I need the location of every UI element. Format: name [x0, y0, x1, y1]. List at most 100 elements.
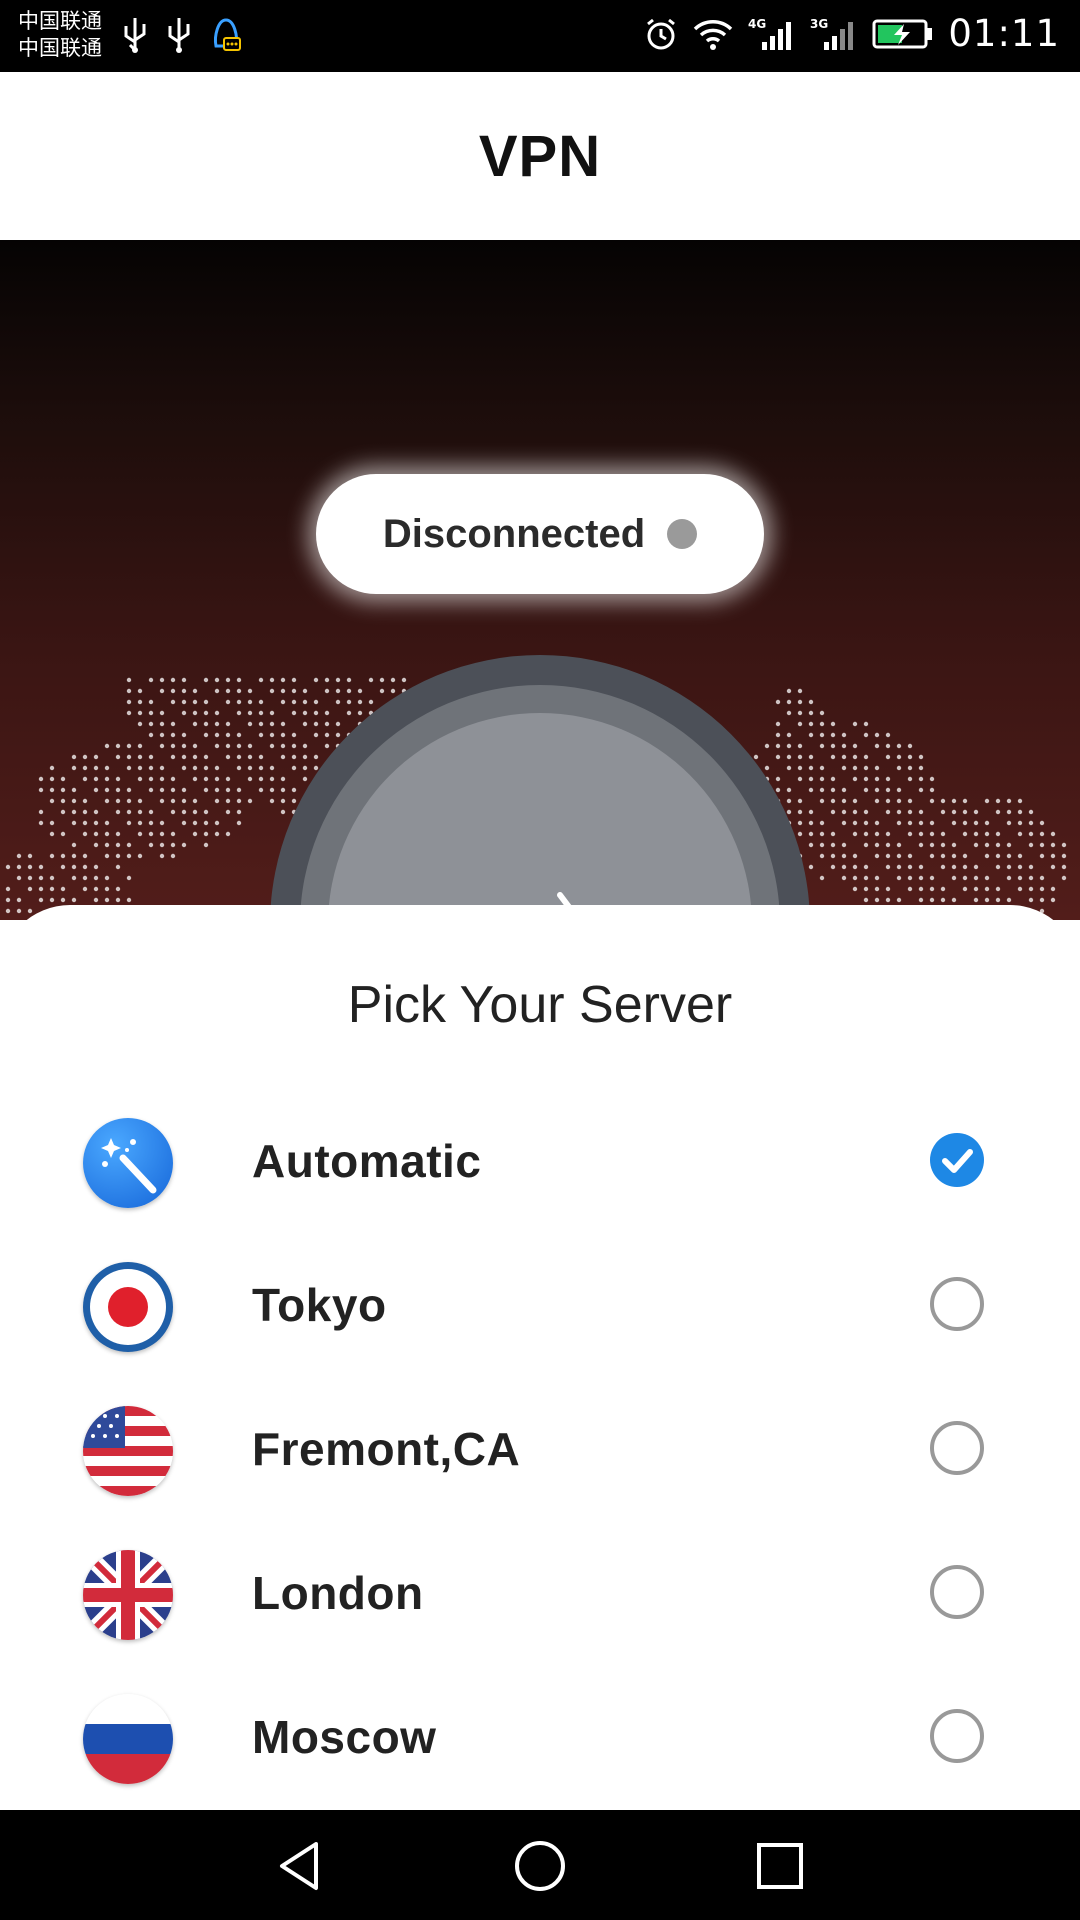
battery-charging-icon — [872, 19, 933, 48]
magic-wand-icon — [83, 1118, 173, 1208]
map-dot — [60, 897, 66, 903]
map-dot — [1061, 853, 1067, 859]
map-dot — [951, 864, 957, 870]
server-row-moscow[interactable]: Moscow — [0, 1666, 1080, 1810]
map-dot — [863, 864, 869, 870]
map-dot — [203, 710, 209, 716]
map-dot — [1028, 875, 1034, 881]
map-dot — [962, 853, 968, 859]
map-dot — [819, 776, 825, 782]
map-dot — [1017, 875, 1023, 881]
map-dot — [104, 853, 110, 859]
recents-icon[interactable] — [752, 1838, 808, 1894]
map-dot — [1039, 842, 1045, 848]
connection-hero: Disconnected — [0, 240, 1080, 920]
map-dot — [258, 754, 264, 760]
map-dot — [115, 776, 121, 782]
map-dot — [841, 743, 847, 749]
radio-unselected[interactable] — [930, 1709, 984, 1763]
radio-unselected[interactable] — [930, 1565, 984, 1619]
map-dot — [203, 842, 209, 848]
radio-selected[interactable] — [930, 1133, 984, 1187]
map-dot — [896, 897, 902, 903]
map-dot — [126, 875, 132, 881]
map-dot — [830, 754, 836, 760]
map-dot — [258, 721, 264, 727]
map-dot — [236, 732, 242, 738]
map-dot — [940, 864, 946, 870]
map-dot — [830, 732, 836, 738]
map-dot — [863, 831, 869, 837]
map-dot — [49, 897, 55, 903]
map-dot — [159, 677, 165, 683]
map-dot — [247, 721, 253, 727]
map-dot — [137, 820, 143, 826]
map-dot — [104, 886, 110, 892]
map-dot — [1006, 875, 1012, 881]
server-row-fremont[interactable]: Fremont,CA — [0, 1378, 1080, 1522]
map-dot — [918, 864, 924, 870]
home-icon[interactable] — [512, 1838, 568, 1894]
map-dot — [874, 897, 880, 903]
map-dot — [170, 798, 176, 804]
map-dot — [27, 908, 33, 914]
map-dot — [918, 875, 924, 881]
map-dot — [60, 831, 66, 837]
map-dot — [1006, 853, 1012, 859]
map-dot — [852, 798, 858, 804]
map-dot — [181, 688, 187, 694]
map-dot — [170, 699, 176, 705]
radio-unselected[interactable] — [930, 1421, 984, 1475]
map-dot — [874, 820, 880, 826]
server-row-automatic[interactable]: Automatic — [0, 1090, 1080, 1234]
back-icon[interactable] — [272, 1838, 328, 1894]
map-dot — [203, 831, 209, 837]
map-dot — [885, 776, 891, 782]
connect-button[interactable] — [270, 655, 810, 920]
map-dot — [137, 776, 143, 782]
map-dot — [16, 897, 22, 903]
map-dot — [93, 842, 99, 848]
map-dot — [181, 743, 187, 749]
map-dot — [819, 710, 825, 716]
map-dot — [830, 776, 836, 782]
map-dot — [203, 721, 209, 727]
map-dot — [93, 754, 99, 760]
map-dot — [885, 831, 891, 837]
map-dot — [71, 820, 77, 826]
map-dot — [863, 732, 869, 738]
map-dot — [247, 754, 253, 760]
map-dot — [214, 710, 220, 716]
map-dot — [49, 798, 55, 804]
map-dot — [1039, 853, 1045, 859]
map-dot — [225, 776, 231, 782]
map-dot — [148, 721, 154, 727]
map-dot — [5, 908, 11, 914]
map-dot — [181, 787, 187, 793]
map-dot — [984, 820, 990, 826]
map-dot — [148, 765, 154, 771]
map-dot — [27, 853, 33, 859]
map-dot — [225, 809, 231, 815]
carrier-1: 中国联通 — [18, 9, 102, 33]
map-dot — [115, 853, 121, 859]
map-dot — [126, 710, 132, 716]
map-dot — [1050, 842, 1056, 848]
map-dot — [973, 820, 979, 826]
map-dot — [104, 798, 110, 804]
map-dot — [1028, 864, 1034, 870]
page-title: VPN — [478, 123, 602, 189]
map-dot — [137, 853, 143, 859]
radio-unselected[interactable] — [930, 1277, 984, 1331]
map-dot — [852, 721, 858, 727]
map-dot — [115, 886, 121, 892]
map-dot — [874, 765, 880, 771]
map-dot — [93, 809, 99, 815]
map-dot — [225, 798, 231, 804]
map-dot — [258, 787, 264, 793]
server-row-tokyo[interactable]: Tokyo — [0, 1234, 1080, 1378]
map-dot — [236, 809, 242, 815]
map-dot — [863, 897, 869, 903]
map-dot — [192, 765, 198, 771]
server-row-london[interactable]: London — [0, 1522, 1080, 1666]
